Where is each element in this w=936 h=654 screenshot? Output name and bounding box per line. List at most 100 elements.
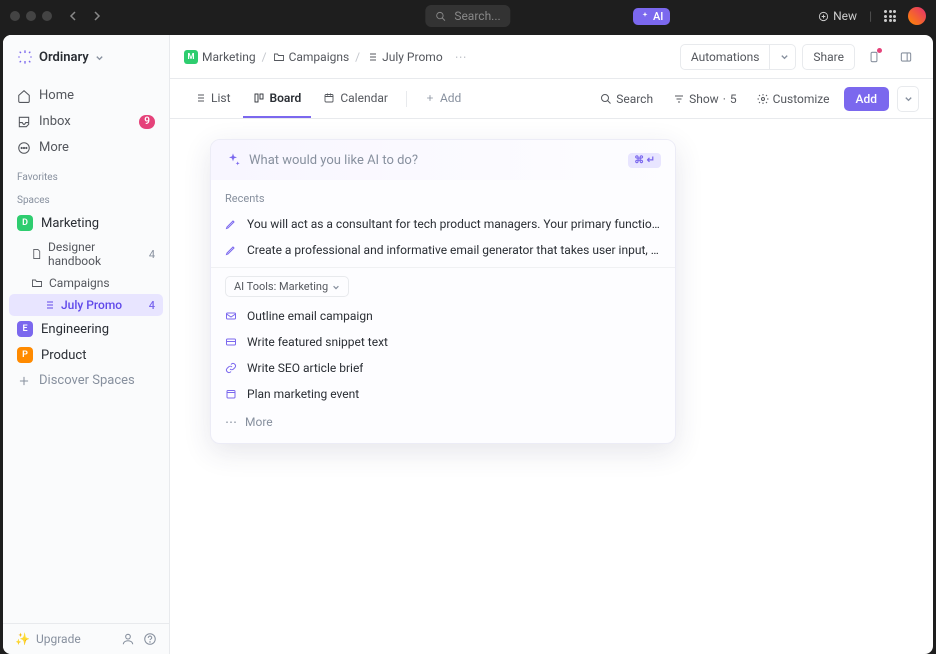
view-list[interactable]: List <box>184 79 241 118</box>
favorites-header[interactable]: Favorites <box>3 164 169 187</box>
search-icon <box>600 93 612 105</box>
ai-input-placeholder: What would you like AI to do? <box>249 153 620 168</box>
sidebar: Ordinary Home Inbox 9 More Favorite <box>3 35 170 654</box>
logo-icon <box>17 49 33 65</box>
tool-event[interactable]: Plan marketing event <box>225 381 661 407</box>
nav-more[interactable]: More <box>9 135 163 160</box>
link-icon <box>225 362 239 374</box>
dots-icon: ⋯ <box>225 415 237 429</box>
crumb-list[interactable]: July Promo <box>366 50 443 64</box>
sparkle-upgrade-icon: ✨ <box>15 632 30 646</box>
more-icon[interactable]: ⋯ <box>455 50 467 64</box>
help-icon[interactable] <box>143 632 157 646</box>
show-options[interactable]: Show · 5 <box>667 88 743 110</box>
calendar-icon <box>323 92 335 104</box>
share-button[interactable]: Share <box>802 44 855 70</box>
forward-button[interactable] <box>86 6 106 26</box>
max-dot[interactable] <box>42 11 52 21</box>
workspace-name: Ordinary <box>39 50 89 65</box>
nav-arrows <box>64 6 106 26</box>
crumb-space[interactable]: MMarketing <box>184 50 256 64</box>
tool-outline-email[interactable]: Outline email campaign <box>225 303 661 329</box>
new-button[interactable]: New <box>818 9 857 23</box>
keyboard-shortcut: ⌘ ↵ <box>628 153 661 168</box>
search-icon <box>435 11 446 22</box>
plus-circle-icon <box>818 11 829 22</box>
space-product[interactable]: P Product <box>9 342 163 368</box>
folder-campaigns[interactable]: Campaigns <box>9 272 163 294</box>
board-icon <box>253 92 265 104</box>
chevron-down-icon <box>774 47 795 66</box>
list-july-promo[interactable]: July Promo 4 <box>9 294 163 316</box>
discover-spaces[interactable]: Discover Spaces <box>9 368 163 393</box>
filter-icon <box>673 93 685 105</box>
home-icon <box>17 89 31 103</box>
close-dot[interactable] <box>10 11 20 21</box>
space-engineering[interactable]: E Engineering <box>9 316 163 342</box>
sidebar-footer: ✨ Upgrade <box>3 623 169 654</box>
plus-icon <box>425 93 435 103</box>
view-calendar[interactable]: Calendar <box>313 79 398 118</box>
add-options[interactable] <box>897 86 919 112</box>
min-dot[interactable] <box>26 11 36 21</box>
folder-icon <box>31 277 43 289</box>
space-badge-icon: M <box>184 50 198 64</box>
recent-item-1[interactable]: Create a professional and informative em… <box>225 237 661 263</box>
user-avatar[interactable] <box>908 7 926 25</box>
ai-pill[interactable]: AI <box>633 8 670 25</box>
pencil-icon <box>225 244 239 256</box>
workspace-picker[interactable]: Ordinary <box>3 35 169 79</box>
tool-seo[interactable]: Write SEO article brief <box>225 355 661 381</box>
apps-icon[interactable] <box>884 10 896 22</box>
inbox-badge: 9 <box>139 115 155 129</box>
window-titlebar: Search... AI New | <box>0 0 936 32</box>
space-icon: D <box>17 215 33 231</box>
mail-icon <box>225 310 239 322</box>
user-icon[interactable] <box>121 632 135 646</box>
view-add[interactable]: Add <box>415 79 471 118</box>
customize[interactable]: Customize <box>751 88 836 110</box>
global-search[interactable]: Search... <box>425 5 510 27</box>
list-icon <box>194 92 206 104</box>
breadcrumb-bar: MMarketing / Campaigns / July Promo ⋯ Au… <box>170 35 933 79</box>
recent-item-0[interactable]: You will act as a consultant for tech pr… <box>225 211 661 237</box>
view-bar: List Board Calendar Add <box>170 79 933 119</box>
pencil-icon <box>225 218 239 230</box>
plus-icon <box>17 374 31 388</box>
back-button[interactable] <box>64 6 84 26</box>
main-content: MMarketing / Campaigns / July Promo ⋯ Au… <box>170 35 933 654</box>
upgrade-link[interactable]: Upgrade <box>36 632 81 646</box>
space-marketing[interactable]: D Marketing <box>9 210 163 236</box>
folder-icon <box>273 51 285 63</box>
notification-dot <box>877 48 882 53</box>
recents-label: Recents <box>225 188 661 211</box>
list-icon <box>43 299 55 311</box>
more-circle-icon <box>17 141 31 155</box>
search-placeholder: Search... <box>454 9 500 23</box>
crumb-folder[interactable]: Campaigns <box>273 50 350 64</box>
folder-designer-handbook[interactable]: Designer handbook 4 <box>9 236 163 272</box>
view-board[interactable]: Board <box>243 79 312 118</box>
panel-toggle[interactable] <box>893 44 919 70</box>
ai-tools-chip[interactable]: AI Tools: Marketing <box>225 276 349 297</box>
ai-input-row[interactable]: What would you like AI to do? ⌘ ↵ <box>211 140 675 180</box>
tool-snippet[interactable]: Write featured snippet text <box>225 329 661 355</box>
activity-button[interactable] <box>861 44 887 70</box>
doc-icon <box>31 248 42 260</box>
calendar-icon <box>225 388 239 400</box>
space-icon: E <box>17 321 33 337</box>
nav-inbox[interactable]: Inbox 9 <box>9 109 163 134</box>
sparkle-icon <box>225 152 241 168</box>
traffic-lights <box>10 11 52 21</box>
sparkle-icon <box>640 11 650 21</box>
ai-panel: What would you like AI to do? ⌘ ↵ Recent… <box>210 139 676 444</box>
automations-button[interactable]: Automations <box>680 44 797 70</box>
spaces-header[interactable]: Spaces <box>3 187 169 210</box>
panel-icon <box>899 50 913 64</box>
card-icon <box>225 336 239 348</box>
search-view[interactable]: Search <box>594 88 659 110</box>
nav-home[interactable]: Home <box>9 83 163 108</box>
add-task-button[interactable]: Add <box>844 87 889 111</box>
ai-more[interactable]: ⋯ More <box>225 407 661 439</box>
space-icon: P <box>17 347 33 363</box>
